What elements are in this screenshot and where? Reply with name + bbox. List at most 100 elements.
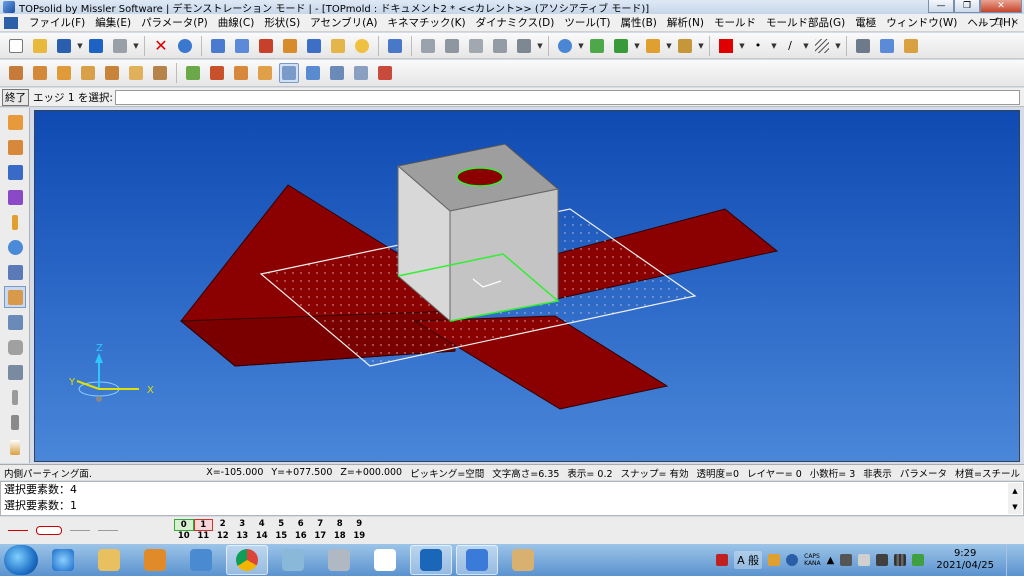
delete-button[interactable]: ✕ [151,36,171,56]
parting-tool-1-button[interactable] [183,63,203,83]
curve-dropdown[interactable]: ▼ [536,42,544,50]
new-file-button[interactable] [6,36,26,56]
save-dropdown[interactable]: ▼ [76,42,84,50]
taskbar-word[interactable] [364,545,406,575]
view-mode-button[interactable] [611,36,631,56]
layer-cell[interactable]: 17 [311,531,331,543]
parting-tool-7-button[interactable] [327,63,347,83]
layer-cell[interactable]: 6 [291,519,311,531]
layer-cell[interactable]: 15 [272,531,292,543]
status-material[interactable]: 材質=スチール [951,466,1024,480]
ime-tool-icon[interactable] [768,554,781,566]
layer-cell[interactable]: 3 [233,519,253,531]
library-button[interactable] [877,36,897,56]
undo-button[interactable] [175,36,195,56]
curve-tool-1-button[interactable] [418,36,438,56]
curve-tool-5-button[interactable] [514,36,534,56]
dashed-line-style[interactable] [8,530,28,531]
status-snap[interactable]: スナップ= 有効 [617,466,693,480]
device-icon[interactable] [840,554,853,566]
taskbar-outlook[interactable] [410,545,452,575]
save-button[interactable] [54,36,74,56]
layer-cell[interactable]: 18 [330,531,350,543]
graphics-viewport[interactable]: Z X Y [34,110,1020,462]
pin-button[interactable] [4,211,26,233]
render-button[interactable] [643,36,663,56]
parting-tool-3-button[interactable] [231,63,251,83]
layer-cell[interactable]: 8 [330,519,350,531]
status-hide[interactable]: 非表示 [859,466,896,480]
surface-button[interactable] [4,186,26,208]
work-plane-button[interactable] [675,36,695,56]
menu-curve[interactable]: 曲線(C) [213,15,260,30]
status-text-height[interactable]: 文字高さ=6.35 [488,466,563,480]
status-decimals[interactable]: 小数桁= 3 [806,466,860,480]
print-button[interactable] [110,36,130,56]
ime-bar-icon[interactable] [716,554,729,566]
parting-tool-8-button[interactable] [351,63,371,83]
layer-cell[interactable]: 14 [252,531,272,543]
sketch-button[interactable] [4,111,26,133]
mold-tool-3-button[interactable] [54,63,74,83]
minimize-button[interactable]: — [928,0,954,13]
layer-cell[interactable]: 1 [193,518,213,531]
layer-cell[interactable]: 9 [350,519,370,531]
mold-tool-1-button[interactable] [6,63,26,83]
doc-close-button[interactable]: ✕ [1008,16,1022,29]
taskbar-topsolid[interactable] [456,545,498,575]
point-style-dropdown[interactable]: ▼ [770,42,778,50]
scroll-up-icon[interactable]: ▲ [1012,483,1017,499]
menu-window[interactable]: ウィンドウ(W) [881,15,962,30]
view-mode-dropdown[interactable]: ▼ [633,42,641,50]
hatch-dropdown[interactable]: ▼ [834,42,842,50]
menu-mold[interactable]: モールド [709,15,761,30]
point-style-button[interactable]: • [748,36,768,56]
layer-cell[interactable]: 2 [213,519,233,531]
layer-cell[interactable]: 19 [350,531,370,543]
assembly-button[interactable] [304,36,324,56]
taskbar-chrome[interactable] [226,545,268,575]
gear-tool-button[interactable] [4,236,26,258]
zoom-dropdown[interactable]: ▼ [577,42,585,50]
parting-tool-2-button[interactable] [207,63,227,83]
volume-icon[interactable] [876,554,889,566]
taskbar-ie[interactable] [42,545,84,575]
close-button[interactable]: ✕ [980,0,1022,13]
taskbar-notes[interactable] [272,545,314,575]
curve-tool-4-button[interactable] [490,36,510,56]
taskbar-calculator[interactable] [318,545,360,575]
mold-tool-5-button[interactable] [102,63,122,83]
mold-tool-6-button[interactable] [126,63,146,83]
print-dropdown[interactable]: ▼ [132,42,140,50]
status-transparency[interactable]: 透明度=0 [693,466,744,480]
start-button[interactable] [4,545,38,575]
model-canvas[interactable]: Z X Y [35,111,1020,462]
status-display[interactable]: 表示= 0.2 [563,466,616,480]
kinematic-button[interactable] [4,261,26,283]
hole-edge[interactable] [456,167,504,187]
layer-cell[interactable]: 5 [272,519,292,531]
layer-cell[interactable]: 0 [174,518,194,531]
status-parameter[interactable]: パラメータ [896,466,951,480]
restore-button[interactable]: ❐ [954,0,980,13]
menu-analysis[interactable]: 解析(N) [662,15,709,30]
doc-restore-button[interactable]: ❐ [992,16,1006,29]
hatch-button[interactable] [812,36,832,56]
document-icon[interactable] [4,16,18,29]
ejector-button[interactable] [4,386,26,408]
color-button[interactable] [716,36,736,56]
menu-file[interactable]: ファイル(F) [24,15,90,30]
message-scrollbar[interactable]: ▲ ▼ [1008,483,1022,514]
shape-button[interactable] [4,161,26,183]
curve-tool-3-button[interactable] [466,36,486,56]
parameters-button[interactable] [256,36,276,56]
menu-kinematic[interactable]: キネマチック(K) [383,15,471,30]
menu-edit[interactable]: 編集(E) [90,15,136,30]
mold-tool-7-button[interactable] [150,63,170,83]
layer-cell[interactable]: 13 [233,531,253,543]
command-input[interactable] [114,89,1020,105]
taskbar-paint[interactable] [180,545,222,575]
mold-button[interactable] [4,286,26,308]
open-file-button[interactable] [30,36,50,56]
hide-button[interactable] [208,36,228,56]
